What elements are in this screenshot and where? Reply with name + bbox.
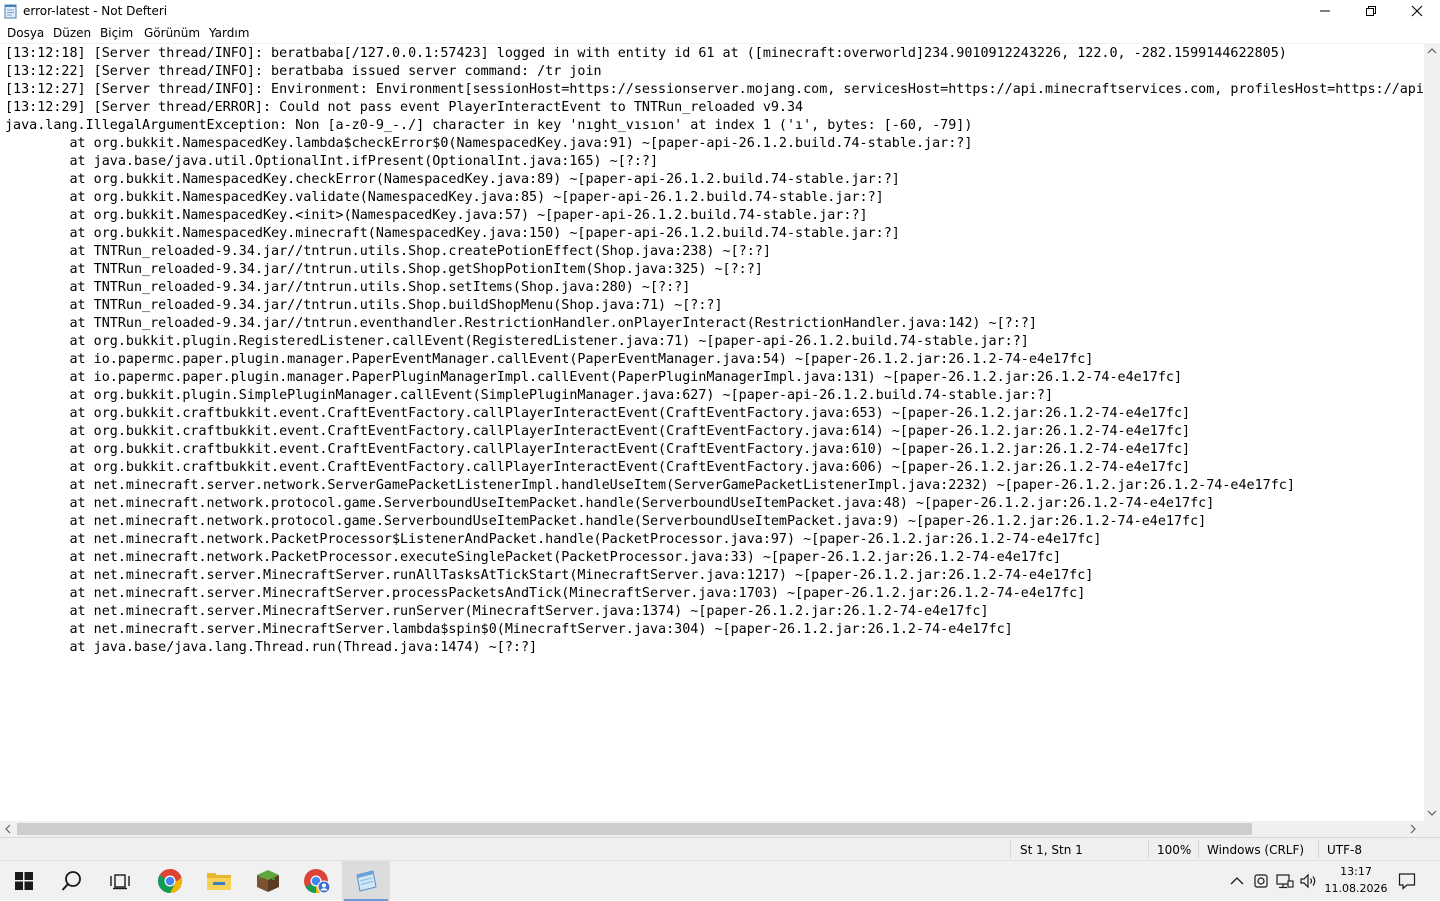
close-button[interactable]	[1394, 0, 1440, 22]
close-icon	[1411, 5, 1423, 17]
editor-line[interactable]: at net.minecraft.server.MinecraftServer.…	[5, 567, 1424, 585]
notepad-icon	[356, 870, 377, 892]
editor-line[interactable]: [13:12:18] [Server thread/INFO]: beratba…	[5, 45, 1424, 63]
text-editor[interactable]: [13:12:18] [Server thread/INFO]: beratba…	[0, 43, 1424, 821]
editor-line[interactable]: at org.bukkit.NamespacedKey.minecraft(Na…	[5, 225, 1424, 243]
menu-help[interactable]: Yardım	[209, 26, 249, 40]
menu-bar: Dosya Düzen Biçim Görünüm Yardım	[0, 22, 1440, 43]
start-icon	[15, 872, 33, 890]
volume-icon	[1300, 873, 1316, 889]
vertical-scrollbar[interactable]	[1424, 43, 1440, 821]
editor-line[interactable]: [13:12:22] [Server thread/INFO]: beratba…	[5, 63, 1424, 81]
camera-icon	[1254, 874, 1268, 888]
chrome-icon	[157, 869, 182, 894]
editor-line[interactable]: at TNTRun_reloaded-9.34.jar//tntrun.util…	[5, 297, 1424, 315]
task-view-icon	[110, 874, 130, 890]
editor-line[interactable]: at io.papermc.paper.plugin.manager.Paper…	[5, 351, 1424, 369]
scroll-down-icon[interactable]	[1427, 809, 1437, 817]
tray-chevron-button[interactable]	[1227, 871, 1247, 891]
taskbar: 13:17 11.08.2026	[0, 860, 1440, 901]
scrollbar-corner	[1424, 821, 1440, 837]
restore-icon	[1366, 6, 1376, 16]
horizontal-scroll-thumb[interactable]	[17, 823, 1252, 835]
menu-format[interactable]: Biçim	[100, 26, 133, 40]
scroll-left-icon[interactable]	[4, 824, 12, 834]
start-button[interactable]	[0, 861, 48, 901]
editor-line[interactable]: at org.bukkit.plugin.RegisteredListener.…	[5, 333, 1424, 351]
status-zoom: 100%	[1157, 843, 1192, 857]
editor-line[interactable]: at TNTRun_reloaded-9.34.jar//tntrun.even…	[5, 315, 1424, 333]
editor-line[interactable]: at org.bukkit.craftbukkit.event.CraftEve…	[5, 423, 1424, 441]
restore-button[interactable]	[1348, 0, 1394, 22]
editor-line[interactable]: java.lang.IllegalArgumentException: Non …	[5, 117, 1424, 135]
editor-content[interactable]: [13:12:18] [Server thread/INFO]: beratba…	[5, 45, 1424, 657]
tray-volume-button[interactable]	[1299, 871, 1319, 891]
editor-line[interactable]: at net.minecraft.server.MinecraftServer.…	[5, 621, 1424, 639]
tray-network-button[interactable]	[1275, 871, 1295, 891]
window-title: error-latest - Not Defteri	[23, 4, 168, 18]
task-view-button[interactable]	[96, 861, 144, 901]
editor-line[interactable]: at net.minecraft.network.PacketProcessor…	[5, 531, 1424, 549]
tray-meet-button[interactable]	[1251, 871, 1271, 891]
editor-line[interactable]: at org.bukkit.craftbukkit.event.CraftEve…	[5, 405, 1424, 423]
editor-line[interactable]: at org.bukkit.NamespacedKey.validate(Nam…	[5, 189, 1424, 207]
minimize-icon	[1320, 10, 1330, 12]
menu-view[interactable]: Görünüm	[144, 26, 200, 40]
editor-line[interactable]: at org.bukkit.craftbukkit.event.CraftEve…	[5, 459, 1424, 477]
minecraft-icon	[257, 870, 279, 892]
notification-center-button[interactable]	[1397, 871, 1417, 891]
search-button[interactable]	[48, 861, 96, 901]
editor-line[interactable]: at net.minecraft.network.protocol.game.S…	[5, 513, 1424, 531]
editor-line[interactable]: at net.minecraft.network.PacketProcessor…	[5, 549, 1424, 567]
editor-line[interactable]: at TNTRun_reloaded-9.34.jar//tntrun.util…	[5, 279, 1424, 297]
status-line-ending: Windows (CRLF)	[1207, 843, 1305, 857]
editor-line[interactable]: at TNTRun_reloaded-9.34.jar//tntrun.util…	[5, 243, 1424, 261]
taskbar-minecraft[interactable]	[244, 861, 292, 901]
editor-line[interactable]: at net.minecraft.network.protocol.game.S…	[5, 495, 1424, 513]
status-encoding: UTF-8	[1327, 843, 1362, 857]
taskbar-file-explorer[interactable]	[195, 861, 243, 901]
editor-line[interactable]: at io.papermc.paper.plugin.manager.Paper…	[5, 369, 1424, 387]
editor-line[interactable]: at org.bukkit.NamespacedKey.checkError(N…	[5, 171, 1424, 189]
status-cursor-position: St 1, Stn 1	[1020, 843, 1083, 857]
status-separator	[1318, 840, 1319, 858]
editor-line[interactable]: at net.minecraft.server.MinecraftServer.…	[5, 603, 1424, 621]
chrome-profile-icon	[304, 869, 331, 894]
network-icon	[1276, 874, 1294, 889]
editor-line[interactable]: [13:12:27] [Server thread/INFO]: Environ…	[5, 81, 1424, 99]
editor-line[interactable]: at TNTRun_reloaded-9.34.jar//tntrun.util…	[5, 261, 1424, 279]
menu-edit[interactable]: Düzen	[53, 26, 91, 40]
scroll-right-icon[interactable]	[1409, 824, 1417, 834]
status-separator	[1148, 840, 1149, 858]
editor-line[interactable]: at org.bukkit.craftbukkit.event.CraftEve…	[5, 441, 1424, 459]
editor-line[interactable]: at org.bukkit.NamespacedKey.lambda$check…	[5, 135, 1424, 153]
editor-line[interactable]: [13:12:29] [Server thread/ERROR]: Could …	[5, 99, 1424, 117]
editor-line[interactable]: at net.minecraft.server.MinecraftServer.…	[5, 585, 1424, 603]
scroll-up-icon[interactable]	[1427, 47, 1437, 55]
title-bar: error-latest - Not Defteri	[0, 0, 1440, 22]
chevron-up-icon	[1230, 877, 1244, 885]
clock-date: 11.08.2026	[1324, 882, 1388, 895]
notepad-app-icon[interactable]	[3, 3, 19, 19]
editor-line[interactable]: at java.base/java.util.OptionalInt.ifPre…	[5, 153, 1424, 171]
editor-line[interactable]: at java.base/java.lang.Thread.run(Thread…	[5, 639, 1424, 657]
editor-line[interactable]: at org.bukkit.plugin.SimplePluginManager…	[5, 387, 1424, 405]
file-explorer-icon	[207, 873, 231, 890]
status-separator	[1198, 840, 1199, 858]
taskbar-chrome[interactable]	[146, 861, 194, 901]
horizontal-scrollbar[interactable]	[0, 821, 1424, 837]
notification-icon	[1398, 873, 1416, 890]
status-separator	[1010, 840, 1011, 858]
status-bar: St 1, Stn 1 100% Windows (CRLF) UTF-8	[0, 837, 1440, 860]
taskbar-chrome-profile[interactable]	[293, 861, 341, 901]
taskbar-notepad[interactable]	[342, 861, 390, 901]
editor-line[interactable]: at org.bukkit.NamespacedKey.<init>(Names…	[5, 207, 1424, 225]
menu-file[interactable]: Dosya	[7, 26, 44, 40]
minimize-button[interactable]	[1302, 0, 1348, 22]
search-icon	[61, 871, 81, 891]
editor-line[interactable]: at net.minecraft.server.network.ServerGa…	[5, 477, 1424, 495]
clock-time: 13:17	[1340, 865, 1372, 878]
taskbar-clock[interactable]: 13:17 11.08.2026	[1318, 863, 1394, 897]
